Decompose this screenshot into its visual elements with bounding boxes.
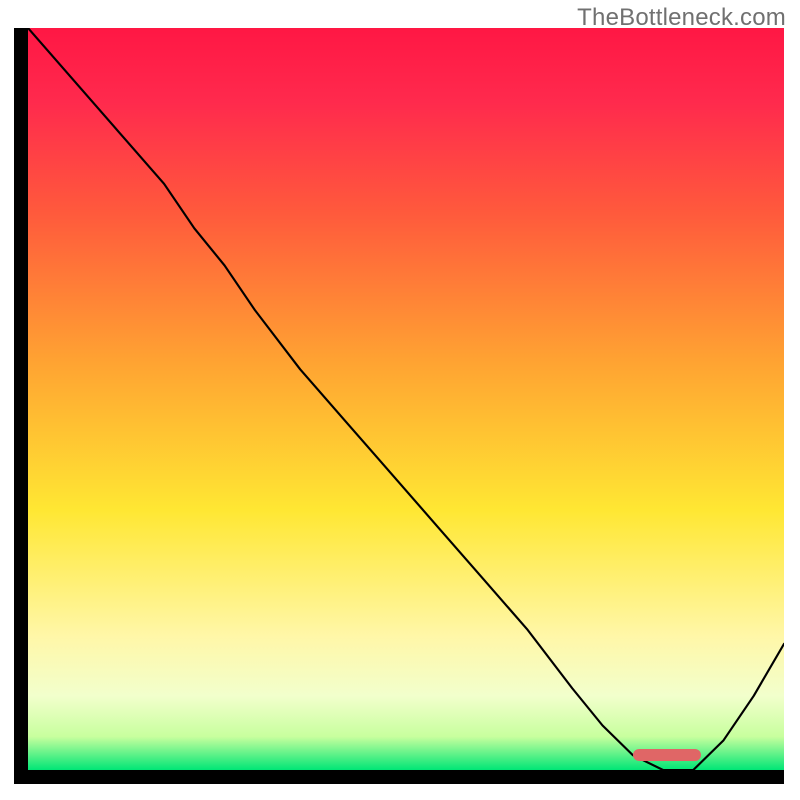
chart-svg (28, 28, 784, 770)
gradient-background (28, 28, 784, 770)
plot-frame (14, 28, 784, 784)
optimal-range-pill (633, 749, 701, 761)
watermark-text: TheBottleneck.com (577, 4, 786, 32)
chart-stage: TheBottleneck.com (0, 0, 800, 800)
plot-area (28, 28, 784, 770)
